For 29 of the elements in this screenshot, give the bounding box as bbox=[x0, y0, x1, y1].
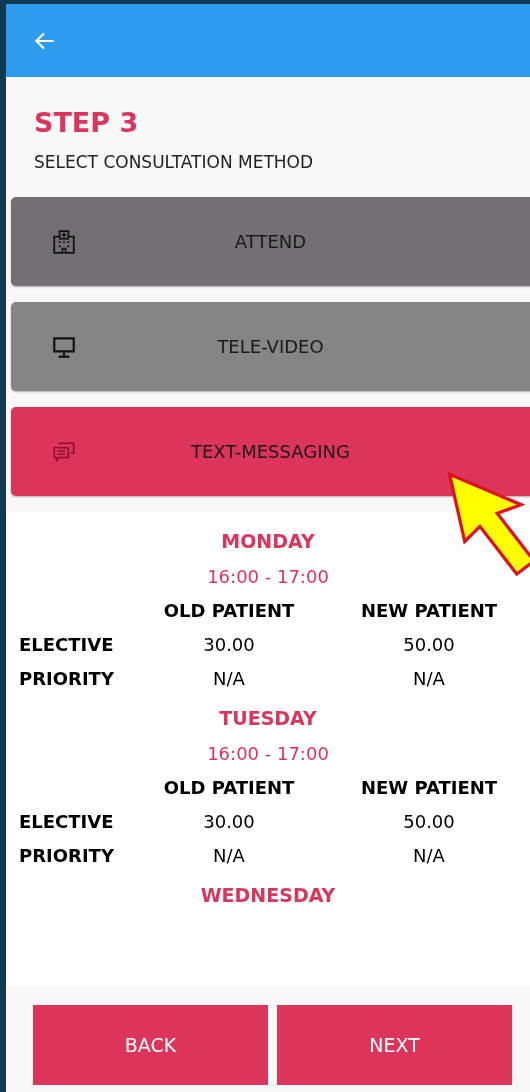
nav-button[interactable]: NEXT bbox=[277, 1005, 512, 1085]
nav-button[interactable]: BACK bbox=[33, 1005, 268, 1085]
price-cell-text: 50.00 bbox=[402, 634, 456, 655]
step-subtitle: SELECT CONSULTATION METHOD bbox=[34, 152, 314, 172]
price-cell-text: 30.00 bbox=[202, 634, 256, 655]
price-cell-text: N/A bbox=[412, 668, 446, 689]
row-label: ELECTIVE bbox=[19, 634, 115, 655]
row-label: PRIORITY bbox=[19, 845, 115, 866]
method-button[interactable]: ATTEND bbox=[11, 197, 530, 286]
price-cell-text: 30.00 bbox=[202, 811, 256, 832]
method-button[interactable]: TELE-VIDEO bbox=[11, 302, 530, 391]
time-range: 16:00 - 17:00 bbox=[207, 743, 329, 764]
column-header: NEW PATIENT bbox=[359, 600, 499, 621]
time-range: 16:00 - 17:00 bbox=[207, 566, 329, 587]
day-heading: TUESDAY bbox=[219, 707, 317, 729]
row-label: PRIORITY bbox=[19, 668, 115, 689]
column-header: NEW PATIENT bbox=[359, 777, 499, 798]
price-cell-text: N/A bbox=[412, 845, 446, 866]
column-header: OLD PATIENT bbox=[162, 777, 296, 798]
method-button[interactable]: TEXT-MESSAGING bbox=[11, 407, 530, 496]
day-heading: MONDAY bbox=[221, 530, 315, 552]
price-cell-text: 50.00 bbox=[402, 811, 456, 832]
column-header: OLD PATIENT bbox=[162, 600, 296, 621]
price-cell-text: N/A bbox=[212, 845, 246, 866]
price-cell-text: N/A bbox=[212, 668, 246, 689]
row-label: ELECTIVE bbox=[19, 811, 115, 832]
step-title: STEP 3 bbox=[34, 107, 139, 138]
day-heading: WEDNESDAY bbox=[200, 884, 336, 906]
hospital-icon bbox=[51, 228, 77, 255]
